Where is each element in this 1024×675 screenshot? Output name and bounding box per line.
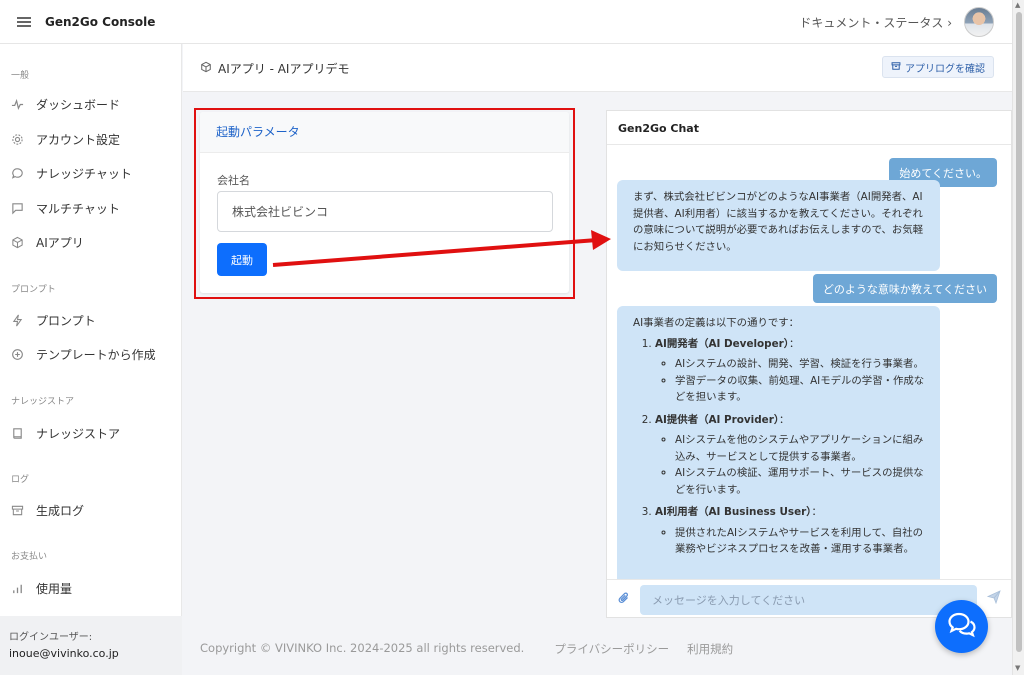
sidebar-item-ai-app[interactable]: AIアプリ	[10, 231, 175, 253]
sidebar-item-label: 生成ログ	[36, 503, 85, 518]
scroll-down-arrow-icon[interactable]: ▼	[1015, 664, 1020, 672]
login-user-email: inoue@vivinko.co.jp	[9, 647, 119, 660]
list-item: AI提供者（AI Provider）： AIシステムを他のシステムやアプリケーシ…	[655, 412, 928, 499]
ai-message-text: まず、株式会社ビビンコがどのようなAI事業者（AI開発者、AI提供者、AI利用者…	[633, 191, 924, 253]
chat-title: Gen2Go Chat	[607, 111, 1011, 145]
documents-status-menu[interactable]: ドキュメント・ステータス ›	[799, 14, 952, 31]
list-bullet: 提供されたAIシステムやサービスを利用して、自社の業務やビジネスプロセスを改善・…	[675, 525, 928, 558]
bar-chart-icon	[10, 581, 24, 595]
sidebar-section-prompt: プロンプト	[11, 285, 56, 295]
activity-icon	[10, 97, 24, 111]
paperclip-icon[interactable]	[617, 591, 631, 609]
list-item-title: AI利用者（AI Business User）	[655, 506, 812, 518]
sidebar-section-knowledge-store: ナレッジストア	[11, 397, 75, 407]
terms-link[interactable]: 利用規約	[687, 641, 733, 657]
sidebar-item-dashboard[interactable]: ダッシュボード	[10, 93, 175, 115]
hamburger-menu-icon[interactable]	[17, 16, 31, 27]
view-app-log-label: アプリログを確認	[905, 63, 985, 75]
ai-message: AI事業者の定義は以下の通りです： AI開発者（AI Developer）： A…	[617, 306, 940, 579]
sidebar-item-label: マルチチャット	[36, 201, 120, 216]
plus-circle-icon	[10, 347, 24, 361]
sidebar-item-create-from-template[interactable]: テンプレートから作成	[10, 343, 175, 365]
view-app-log-button[interactable]: アプリログを確認	[882, 56, 994, 78]
sidebar-item-usage[interactable]: 使用量	[10, 577, 175, 599]
privacy-policy-link[interactable]: プライバシーポリシー	[554, 641, 669, 657]
top-bar: Gen2Go Console ドキュメント・ステータス ›	[0, 0, 1012, 44]
page-title: AIアプリ - AIアプリデモ	[218, 62, 350, 76]
sidebar-item-label: ダッシュボード	[36, 97, 121, 112]
archive-icon	[891, 61, 901, 74]
list-bullet: AIシステムを他のシステムやアプリケーションに組み込み、サービスとして提供する事…	[675, 432, 928, 465]
login-user-box: ログインユーザー: inoue@vivinko.co.jp	[0, 616, 182, 675]
cube-icon	[10, 235, 24, 249]
sidebar-section-billing: お支払い	[11, 552, 48, 562]
cube-icon	[200, 61, 212, 76]
sidebar-item-label: プロンプト	[36, 313, 96, 328]
archive-icon	[10, 503, 24, 517]
list-bullet: 学習データの収集、前処理、AIモデルの学習・作成などを担います。	[675, 373, 928, 406]
lightning-icon	[10, 313, 24, 327]
login-user-caption: ログインユーザー:	[9, 632, 93, 643]
ai-message-intro: AI事業者の定義は以下の通りです：	[633, 317, 800, 329]
chat-messages[interactable]: 始めてください。 まず、株式会社ビビンコがどのようなAI事業者（AI開発者、AI…	[607, 146, 1011, 579]
list-item: AI利用者（AI Business User）： 提供されたAIシステムやサービ…	[655, 504, 928, 558]
page-scrollbar[interactable]: ▲ ▼	[1012, 0, 1024, 675]
sidebar-item-label: AIアプリ	[36, 235, 84, 250]
sidebar-item-generation-log[interactable]: 生成ログ	[10, 499, 175, 521]
scrollbar-thumb[interactable]	[1016, 12, 1022, 652]
sidebar-item-knowledge-chat[interactable]: ナレッジチャット	[10, 162, 175, 184]
page-footer: Copyright © VIVINKO Inc. 2024-2025 all r…	[200, 641, 733, 657]
sidebar-item-label: アカウント設定	[36, 132, 121, 147]
brand-title: Gen2Go Console	[45, 14, 156, 29]
list-bullet: AIシステムの検証、運用サポート、サービスの提供などを行います。	[675, 465, 928, 498]
chat-bubbles-icon	[947, 611, 977, 642]
sidebar: 一般 ダッシュボード アカウント設定 ナレッジチャット マルチチャット AIアプ…	[0, 44, 182, 675]
floating-chat-button[interactable]	[935, 600, 988, 653]
list-item-title: AI開発者（AI Developer）	[655, 337, 789, 350]
user-message: どのような意味か教えてください	[812, 274, 997, 303]
chat-panel: Gen2Go Chat 始めてください。 まず、株式会社ビビンコがどのようなAI…	[606, 110, 1012, 618]
copyright-text: Copyright © VIVINKO Inc. 2024-2025 all r…	[200, 641, 525, 655]
ai-message: まず、株式会社ビビンコがどのようなAI事業者（AI開発者、AI提供者、AI利用者…	[617, 180, 940, 271]
book-icon	[10, 426, 24, 440]
sidebar-item-label: テンプレートから作成	[36, 347, 156, 362]
list-item-title: AI提供者（AI Provider）	[655, 413, 780, 426]
sidebar-item-account-settings[interactable]: アカウント設定	[10, 128, 175, 150]
page-header: AIアプリ - AIアプリデモ アプリログを確認	[183, 44, 1012, 92]
sidebar-item-label: ナレッジストア	[36, 426, 121, 441]
gear-icon	[10, 132, 24, 146]
sidebar-item-knowledge-store[interactable]: ナレッジストア	[10, 422, 175, 444]
sidebar-item-prompt[interactable]: プロンプト	[10, 309, 175, 331]
message-square-icon	[10, 201, 24, 215]
sidebar-item-multi-chat[interactable]: マルチチャット	[10, 197, 175, 219]
sidebar-section-log: ログ	[11, 475, 30, 485]
sidebar-item-label: ナレッジチャット	[36, 166, 132, 181]
ai-definition-list: AI開発者（AI Developer）： AIシステムの設計、開発、学習、検証を…	[633, 336, 928, 558]
list-item: AI開発者（AI Developer）： AIシステムの設計、開発、学習、検証を…	[655, 336, 928, 406]
annotation-highlight-box	[194, 108, 575, 299]
list-bullet: AIシステムの設計、開発、学習、検証を行う事業者。	[675, 356, 928, 373]
scroll-up-arrow-icon[interactable]: ▲	[1015, 1, 1020, 9]
chat-bubble-icon	[10, 166, 24, 180]
user-avatar[interactable]	[964, 7, 994, 37]
message-input[interactable]	[640, 585, 977, 615]
sidebar-item-label: 使用量	[36, 581, 73, 596]
send-icon[interactable]	[986, 590, 1001, 608]
sidebar-section-general: 一般	[11, 71, 30, 81]
